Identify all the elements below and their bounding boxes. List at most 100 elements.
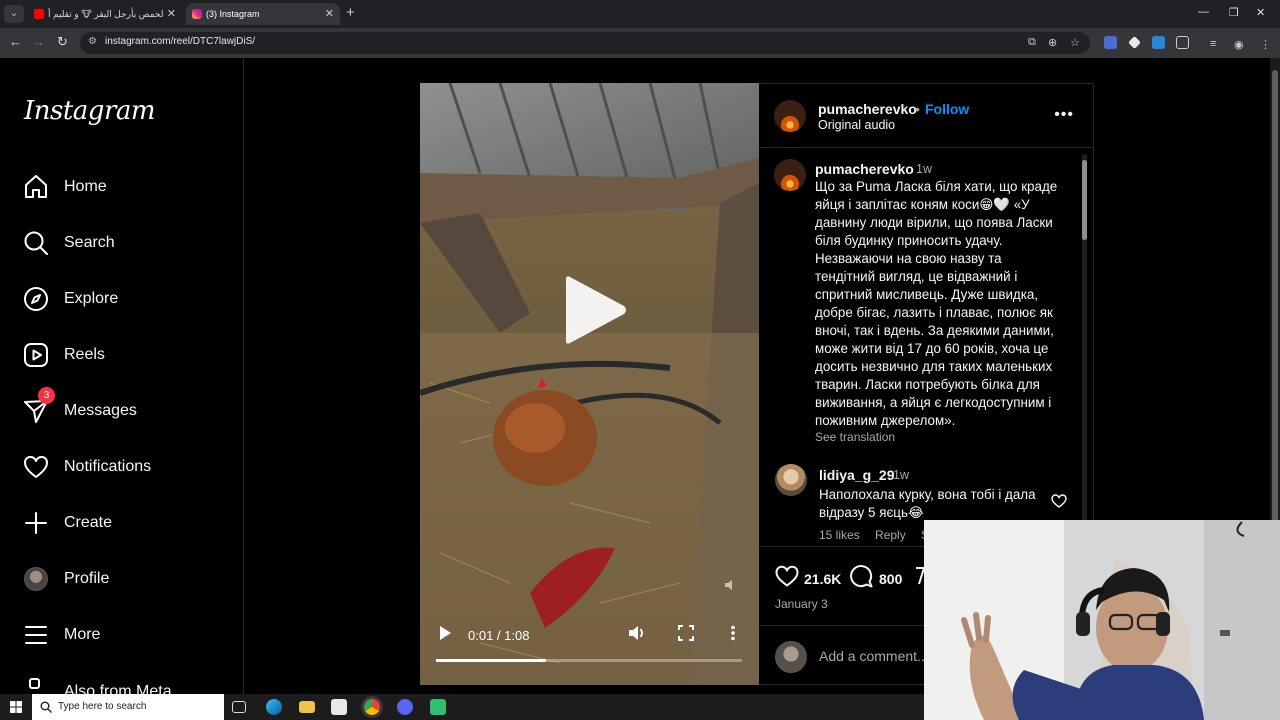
nav-notifications[interactable]: Notifications xyxy=(22,451,232,485)
comment-count[interactable]: 800 xyxy=(879,571,902,587)
video-progress-fill xyxy=(436,659,547,662)
current-user-avatar xyxy=(775,641,807,673)
windows-start-icon[interactable] xyxy=(10,701,22,713)
tab-title: الحمص بأرجل البقر 🐮 و تقليم أ... xyxy=(48,9,164,19)
nav-profile[interactable]: Profile xyxy=(22,563,232,597)
fullscreen-icon[interactable] xyxy=(678,625,694,641)
minimize-icon[interactable]: — xyxy=(1198,6,1209,18)
browser-toolbar: ← → ↻ ⚙ instagram.com/reel/DTC7lawjDiS/ … xyxy=(0,28,1280,58)
reel-video-player[interactable]: 0:01 / 1:08 xyxy=(420,83,759,685)
browser-menu-icon[interactable]: ⋮ xyxy=(1260,38,1271,51)
close-tab-icon[interactable]: ✕ xyxy=(325,3,334,25)
forward-icon[interactable]: → xyxy=(32,34,45,49)
cast-icon[interactable]: ⧉ xyxy=(1028,36,1036,49)
comment-meta: 15 likes Reply Se xyxy=(819,528,936,542)
instagram-favicon-icon xyxy=(192,9,202,19)
taskbar-search-placeholder: Type here to search xyxy=(58,701,147,712)
play-overlay-icon[interactable] xyxy=(560,275,630,345)
play-icon[interactable] xyxy=(438,625,452,641)
caption-author-avatar[interactable] xyxy=(774,159,806,191)
url-text: instagram.com/reel/DTC7lawjDiS/ xyxy=(105,36,256,47)
app-icon[interactable] xyxy=(430,699,446,715)
video-time: 0:01 / 1:08 xyxy=(468,628,530,643)
commenter-avatar[interactable] xyxy=(775,464,807,496)
site-info-icon[interactable]: ⚙ xyxy=(88,36,97,47)
nav-more[interactable]: More xyxy=(22,619,232,653)
extension-icon[interactable] xyxy=(1104,36,1117,49)
profile-icon[interactable]: ◉ xyxy=(1234,38,1244,51)
caption-age: 1w xyxy=(916,162,932,176)
task-view-icon[interactable] xyxy=(232,701,246,713)
caption-author[interactable]: pumacherevko xyxy=(815,161,914,177)
like-icon[interactable] xyxy=(775,565,799,587)
close-tab-icon[interactable]: ✕ xyxy=(167,3,176,25)
nav-create[interactable]: Create xyxy=(22,507,232,541)
like-count[interactable]: 21.6K xyxy=(804,571,841,587)
taskbar-search[interactable]: Type here to search xyxy=(32,694,224,720)
extensions-puzzle-icon[interactable] xyxy=(1176,36,1189,49)
compass-icon xyxy=(24,287,48,311)
scroll-thumb[interactable] xyxy=(1082,160,1087,240)
nav-reels[interactable]: Reels xyxy=(22,339,232,373)
tab-search-button[interactable]: ⌄ xyxy=(4,5,24,23)
chrome-icon[interactable] xyxy=(364,699,380,715)
meta-icon xyxy=(29,678,40,689)
reply-button[interactable]: Reply xyxy=(875,528,906,542)
avatar xyxy=(24,567,48,591)
comment-text: Наполохала курку, вона тобі і дала відра… xyxy=(819,487,1036,520)
browser-tabstrip: ⌄ الحمص بأرجل البقر 🐮 و تقليم أ... ✕ (3)… xyxy=(0,0,1280,28)
search-icon xyxy=(24,231,48,255)
store-icon[interactable] xyxy=(331,699,347,715)
back-icon[interactable]: ← xyxy=(9,34,22,49)
author-avatar[interactable] xyxy=(774,100,806,132)
add-comment-input[interactable]: Add a comment... xyxy=(819,648,929,664)
edge-icon[interactable] xyxy=(266,699,282,715)
browser-tab-active[interactable]: (3) Instagram ✕ xyxy=(186,3,340,25)
file-explorer-icon[interactable] xyxy=(299,701,315,713)
video-options-icon[interactable] xyxy=(730,625,736,641)
new-tab-button[interactable]: + xyxy=(346,4,355,21)
dot-separator: • xyxy=(915,101,920,117)
extension-icon[interactable] xyxy=(1128,36,1141,49)
browser-tab[interactable]: الحمص بأرجل البقر 🐮 و تقليم أ... ✕ xyxy=(28,3,182,25)
zoom-icon[interactable]: ⊕ xyxy=(1048,36,1057,49)
close-window-icon[interactable]: ✕ xyxy=(1256,6,1265,19)
discord-icon[interactable] xyxy=(397,699,413,715)
post-header: pumacherevko • Follow Original audio ••• xyxy=(759,84,1094,148)
like-comment-icon[interactable] xyxy=(1051,494,1067,508)
volume-small-icon xyxy=(725,580,732,590)
address-bar[interactable]: ⚙ instagram.com/reel/DTC7lawjDiS/ ⧉ ⊕ ☆ xyxy=(80,32,1090,54)
see-translation-link[interactable]: See translation xyxy=(815,430,895,444)
comment-icon[interactable] xyxy=(849,564,873,588)
video-progress-bar[interactable] xyxy=(436,659,742,662)
reels-icon xyxy=(24,343,48,367)
comment-age: 1w xyxy=(893,468,909,482)
comment-likes[interactable]: 15 likes xyxy=(819,528,860,542)
nav-messages[interactable]: 3 Messages xyxy=(22,387,232,429)
nav-label: Search xyxy=(64,234,115,251)
volume-icon[interactable] xyxy=(628,625,646,641)
nav-search[interactable]: Search xyxy=(22,227,232,261)
follow-button[interactable]: Follow xyxy=(925,101,969,117)
unread-count-badge: 3 xyxy=(38,387,55,404)
bookmark-star-icon[interactable]: ☆ xyxy=(1070,36,1080,49)
search-icon xyxy=(40,701,52,713)
restore-icon[interactable]: ❐ xyxy=(1229,6,1239,19)
author-username[interactable]: pumacherevko xyxy=(818,101,917,117)
audio-label[interactable]: Original audio xyxy=(818,118,895,132)
nav-label: More xyxy=(64,626,101,643)
windows-taskbar: Type here to search xyxy=(0,694,924,720)
nav-explore[interactable]: Explore xyxy=(22,283,232,317)
nav-home[interactable]: Home xyxy=(22,171,232,205)
reload-icon[interactable]: ↻ xyxy=(57,34,68,50)
nav-label: Home xyxy=(64,178,107,195)
nav-also-from-meta[interactable]: Also from Meta xyxy=(22,675,232,694)
comments-scrollbar[interactable] xyxy=(1082,154,1087,546)
extension-icon[interactable] xyxy=(1152,36,1165,49)
commenter-username[interactable]: lidiya_g_29 xyxy=(819,467,895,483)
caption-text: Що за Puma Ласка біля хати, що краде яйц… xyxy=(815,179,1058,428)
tab-groups-icon[interactable]: ≡ xyxy=(1210,38,1216,50)
heart-icon xyxy=(24,456,48,478)
instagram-logo[interactable]: Instagram xyxy=(24,96,156,126)
more-options-icon[interactable]: ••• xyxy=(1054,106,1074,124)
